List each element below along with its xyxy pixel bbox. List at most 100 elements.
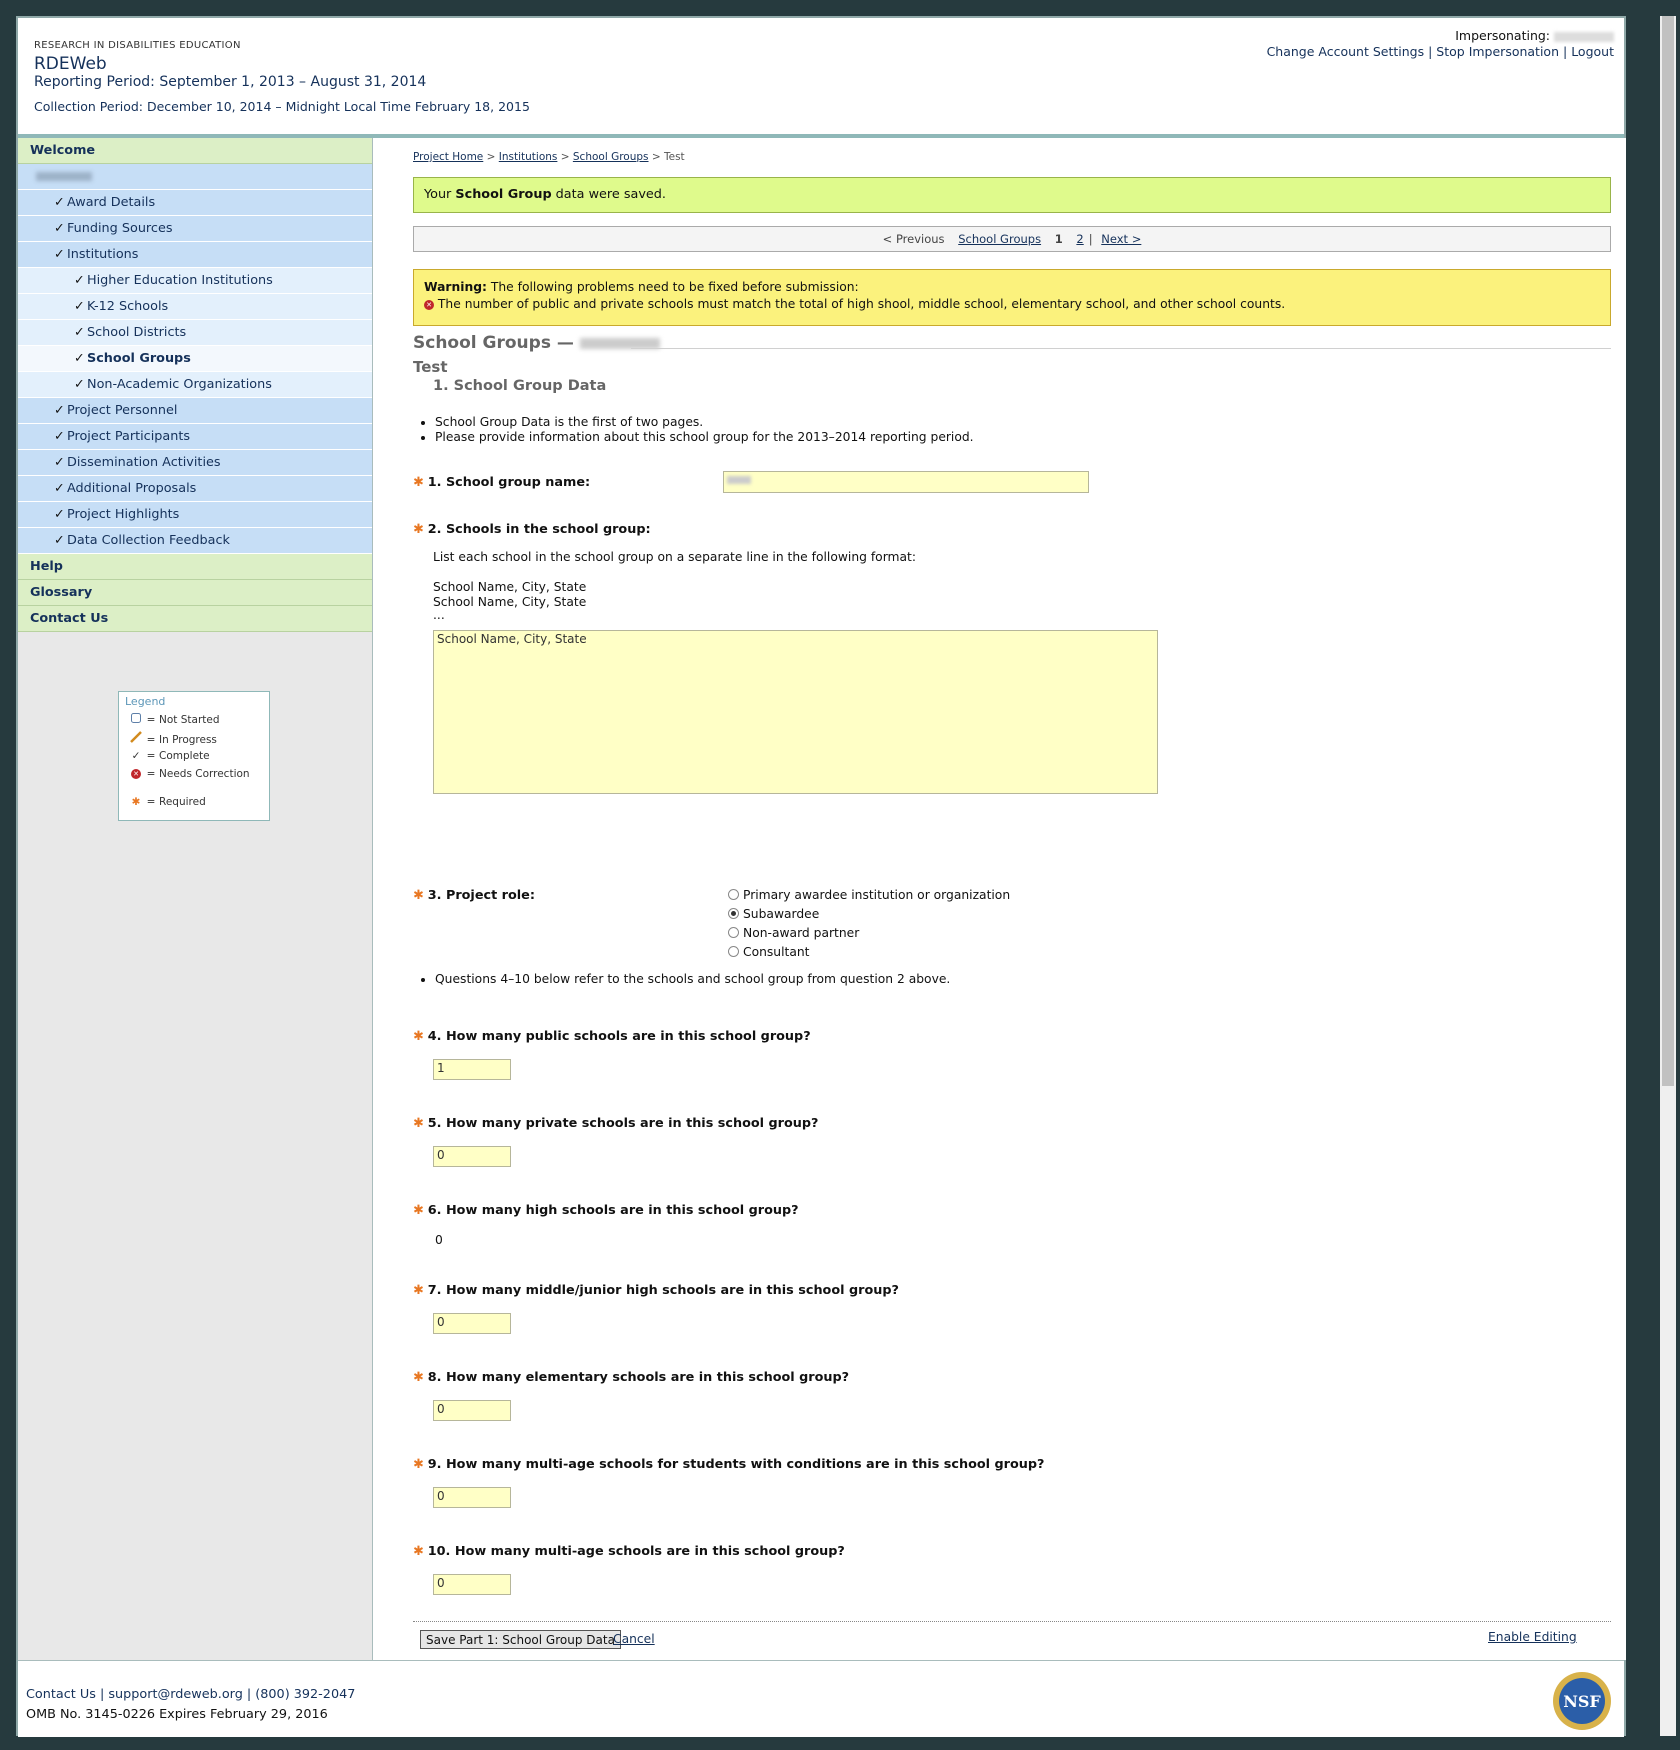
nav-welcome[interactable]: Welcome [18, 138, 372, 164]
intro-bullet: Please provide information about this sc… [435, 430, 974, 445]
section-title: School Groups — [413, 333, 1611, 353]
legend-needs-correction: ✕ = Needs Correction [129, 767, 250, 781]
intro-bullet: School Group Data is the first of two pa… [435, 415, 974, 430]
multi-age-input[interactable]: 0 [433, 1574, 511, 1595]
cancel-link[interactable]: Cancel [613, 1632, 655, 1646]
nav-institutions[interactable]: ✓ Institutions [18, 242, 372, 268]
q10-label: ✱ 10. How many multi-age schools are in t… [413, 1544, 845, 1559]
role-option-primary[interactable]: Primary awardee institution or organizat… [728, 887, 1010, 904]
warning-box: Warning: The following problems need to … [413, 269, 1611, 326]
legend: Legend = Not Started = In Progress ✓ = Compl… [118, 691, 270, 821]
private-schools-input[interactable]: 0 [433, 1146, 511, 1167]
pager-next[interactable]: Next > [1101, 232, 1141, 246]
nav-higher-education[interactable]: ✓ Higher Education Institutions [18, 268, 372, 294]
nav-additional-proposals[interactable]: ✓ Additional Proposals [18, 476, 372, 502]
role-option-non-award[interactable]: Non-award partner [728, 925, 859, 942]
breadcrumb: Project Home > Institutions > School Gro… [413, 151, 685, 163]
stop-impersonation-link[interactable]: Stop Impersonation [1436, 44, 1559, 59]
radio-selected-icon [728, 908, 739, 919]
school-group-name-input[interactable] [723, 471, 1089, 493]
enable-editing-link[interactable]: Enable Editing [1488, 1630, 1577, 1644]
required-icon: ✱ [413, 1544, 424, 1559]
pager-previous: < Previous [882, 232, 945, 246]
check-icon: ✓ [54, 481, 65, 496]
role-option-consultant[interactable]: Consultant [728, 944, 810, 961]
nav-dissemination[interactable]: ✓ Dissemination Activities [18, 450, 372, 476]
sidebar: Welcome ✓ Award Details ✓ Funding Sources … [18, 138, 373, 1660]
legend-in-progress: = In Progress [129, 731, 217, 747]
nav-school-districts[interactable]: ✓ School Districts [18, 320, 372, 346]
breadcrumb-institutions[interactable]: Institutions [499, 151, 558, 163]
q2-instructions: List each school in the school group on … [433, 550, 917, 564]
q6-label: ✱ 6. How many high schools are in this sc… [413, 1203, 799, 1218]
pencil-icon [129, 731, 143, 747]
nav-data-collection-feedback[interactable]: ✓ Data Collection Feedback [18, 528, 372, 554]
nav-project-highlights[interactable]: ✓ Project Highlights [18, 502, 372, 528]
q3-label: ✱ 3. Project role: [413, 888, 535, 903]
app-title: RDEWeb [34, 54, 107, 74]
nav-help[interactable]: Help [18, 554, 372, 580]
nav-k12-schools[interactable]: ✓ K-12 Schools [18, 294, 372, 320]
q2-example: ... [433, 608, 445, 622]
check-icon: ✓ [54, 455, 65, 470]
nav-glossary[interactable]: Glossary [18, 580, 372, 606]
nav-award-details[interactable]: ✓ Award Details [18, 190, 372, 216]
check-icon: ✓ [74, 273, 85, 288]
org-name: RESEARCH IN DISABILITIES EDUCATION [34, 40, 241, 51]
nav-contact-us[interactable]: Contact Us [18, 606, 372, 632]
note-bullet: Questions 4–10 below refer to the school… [435, 972, 950, 987]
required-icon: ✱ [413, 1283, 424, 1298]
multi-age-conditions-input[interactable]: 0 [433, 1487, 511, 1508]
change-account-settings-link[interactable]: Change Account Settings [1267, 44, 1425, 59]
role-option-subawardee[interactable]: Subawardee [728, 906, 819, 923]
footer-email-link[interactable]: support@rdeweb.org [108, 1687, 242, 1702]
check-icon: ✓ [54, 507, 65, 522]
breadcrumb-current: Test [664, 151, 685, 163]
nav-school-groups[interactable]: ✓ School Groups [18, 346, 372, 372]
redacted-user [1554, 31, 1614, 42]
required-icon: ✱ [413, 1457, 424, 1472]
breadcrumb-school-groups[interactable]: School Groups [573, 151, 649, 163]
nsf-logo: NSF [1552, 1671, 1612, 1731]
check-icon: ✓ [54, 533, 65, 548]
public-schools-input[interactable]: 1 [433, 1059, 511, 1080]
nav-project-participants[interactable]: ✓ Project Participants [18, 424, 372, 450]
pager: < Previous School Groups 1 2 | Next > [413, 226, 1611, 252]
actions-divider [413, 1621, 1611, 1623]
pager-school-groups[interactable]: School Groups [958, 232, 1041, 246]
check-icon: ✓ [131, 750, 141, 762]
nav-project-redacted[interactable] [18, 164, 372, 190]
check-icon: ✓ [54, 221, 65, 236]
intro-bullets: School Group Data is the first of two pa… [423, 415, 974, 445]
legend-title: Legend [125, 695, 166, 708]
check-icon: ✓ [54, 195, 65, 210]
elementary-schools-input[interactable]: 0 [433, 1400, 511, 1421]
header: RESEARCH IN DISABILITIES EDUCATION RDEWe… [18, 18, 1624, 138]
save-part1-button[interactable]: Save Part 1: School Group Data [420, 1630, 621, 1649]
required-icon: ✱ [413, 1203, 424, 1218]
q2-example: School Name, City, State [433, 580, 587, 594]
note-bullets: Questions 4–10 below refer to the school… [423, 972, 950, 987]
nav-project-personnel[interactable]: ✓ Project Personnel [18, 398, 372, 424]
scrollbar-thumb[interactable] [1662, 16, 1674, 1086]
scrollbar[interactable] [1660, 16, 1676, 1736]
breadcrumb-project-home[interactable]: Project Home [413, 151, 483, 163]
check-icon: ✓ [74, 377, 85, 392]
nav-non-academic[interactable]: ✓ Non-Academic Organizations [18, 372, 372, 398]
q2-example: School Name, City, State [433, 595, 587, 609]
check-icon: ✓ [74, 325, 85, 340]
warning-text: The following problems need to be fixed … [490, 280, 859, 294]
pager-page-2[interactable]: 2 [1076, 232, 1083, 246]
footer-omb: OMB No. 3145-0226 Expires February 29, 2… [26, 1707, 328, 1722]
schools-textarea[interactable]: School Name, City, State [433, 630, 1158, 794]
warning-label: Warning: [424, 280, 487, 294]
nav-funding-sources[interactable]: ✓ Funding Sources [18, 216, 372, 242]
radio-icon [728, 889, 739, 900]
required-icon: ✱ [413, 1029, 424, 1044]
footer-contact-link[interactable]: Contact Us [26, 1687, 96, 1702]
logout-link[interactable]: Logout [1571, 44, 1614, 59]
warning-item: The number of public and private schools… [437, 297, 1286, 311]
account-links: Change Account Settings | Stop Impersona… [1266, 44, 1614, 59]
q9-label: ✱ 9. How many multi-age schools for stude… [413, 1457, 1045, 1472]
middle-schools-input[interactable]: 0 [433, 1313, 511, 1334]
